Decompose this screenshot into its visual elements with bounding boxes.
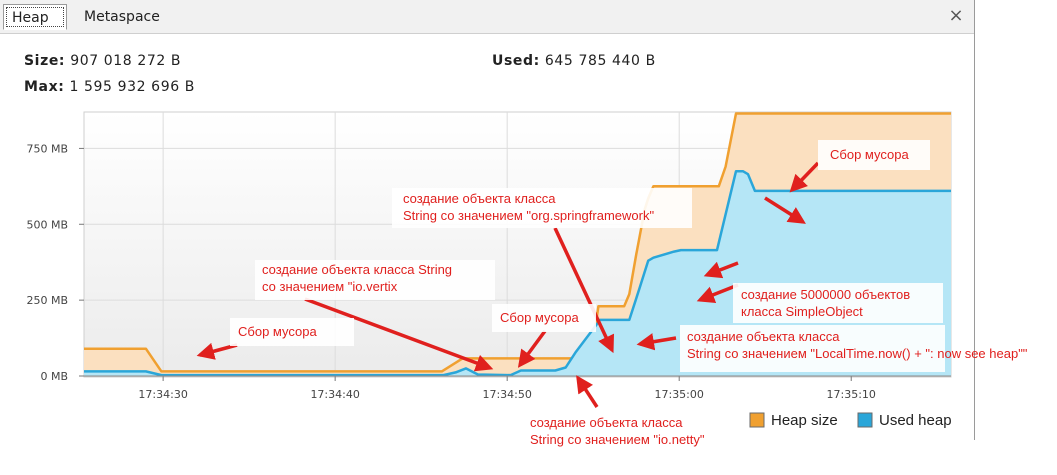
used-label: Used: bbox=[492, 53, 540, 69]
y-tick-label: 500 MB bbox=[26, 218, 68, 231]
x-tick-label: 17:34:30 bbox=[138, 388, 187, 401]
heap-chart: 17:34:30 17:34:40 17:34:50 17:35:00 17:35:10… bbox=[26, 111, 1028, 452]
used-value: 645 785 440 B bbox=[544, 53, 656, 69]
annotation-text-localtime: создание объекта класса bbox=[687, 329, 840, 344]
annotation-text-simple: создание 5000000 объектов bbox=[741, 287, 910, 302]
annotation-text-localtime: String со значением "LocalTime.now() + "… bbox=[687, 346, 1028, 361]
close-icon[interactable]: × bbox=[946, 5, 966, 27]
tab-metaspace[interactable]: Metaspace bbox=[76, 4, 186, 30]
max-label: Max: bbox=[24, 79, 65, 95]
legend-heap-swatch bbox=[749, 412, 765, 428]
legend-heap-label: Heap size bbox=[771, 412, 838, 429]
y-tick-label: 750 MB bbox=[26, 142, 68, 155]
tab-heap[interactable]: Heap bbox=[3, 4, 67, 30]
annotation-text-netty: String со значением "io.netty" bbox=[530, 432, 705, 447]
size-value: 907 018 272 B bbox=[70, 53, 182, 69]
annotation-text-gc2: Сбор мусора bbox=[500, 310, 579, 325]
y-tick-label: 0 MB bbox=[40, 370, 68, 383]
annotation-text-vertix: создание объекта класса String bbox=[262, 262, 452, 277]
x-tick-label: 17:35:00 bbox=[654, 388, 703, 401]
annotation-text-spring: создание объекта класса bbox=[403, 191, 556, 206]
heap-max-stat: Max: 1 595 932 696 B bbox=[24, 79, 195, 95]
annotation-text-gc3: Сбор мусора bbox=[830, 147, 909, 162]
annotation-text-netty: создание объекта класса bbox=[530, 415, 683, 430]
x-tick-label: 17:34:50 bbox=[482, 388, 531, 401]
annotation-text-spring: String со значением "org.springframework… bbox=[403, 208, 654, 223]
annotation-text-vertix: со значением "io.vertix bbox=[262, 279, 398, 294]
heap-used-stat: Used: 645 785 440 B bbox=[492, 53, 656, 69]
x-tick-label: 17:34:40 bbox=[310, 388, 359, 401]
tab-bar: Heap Metaspace × bbox=[0, 0, 974, 34]
legend: Heap size Used heap bbox=[749, 412, 952, 429]
max-value: 1 595 932 696 B bbox=[69, 79, 195, 95]
annotation-text-simple: класса SimpleObject bbox=[741, 304, 863, 319]
y-tick-label: 250 MB bbox=[26, 294, 68, 307]
heap-size-stat: Size: 907 018 272 B bbox=[24, 53, 181, 69]
x-tick-label: 17:35:10 bbox=[827, 388, 876, 401]
legend-used-label: Used heap bbox=[879, 412, 952, 429]
size-label: Size: bbox=[24, 53, 66, 69]
annotation-text-gc1: Сбор мусора bbox=[238, 324, 317, 339]
legend-used-swatch bbox=[857, 412, 873, 428]
annotation-arrow-netty bbox=[576, 375, 599, 408]
